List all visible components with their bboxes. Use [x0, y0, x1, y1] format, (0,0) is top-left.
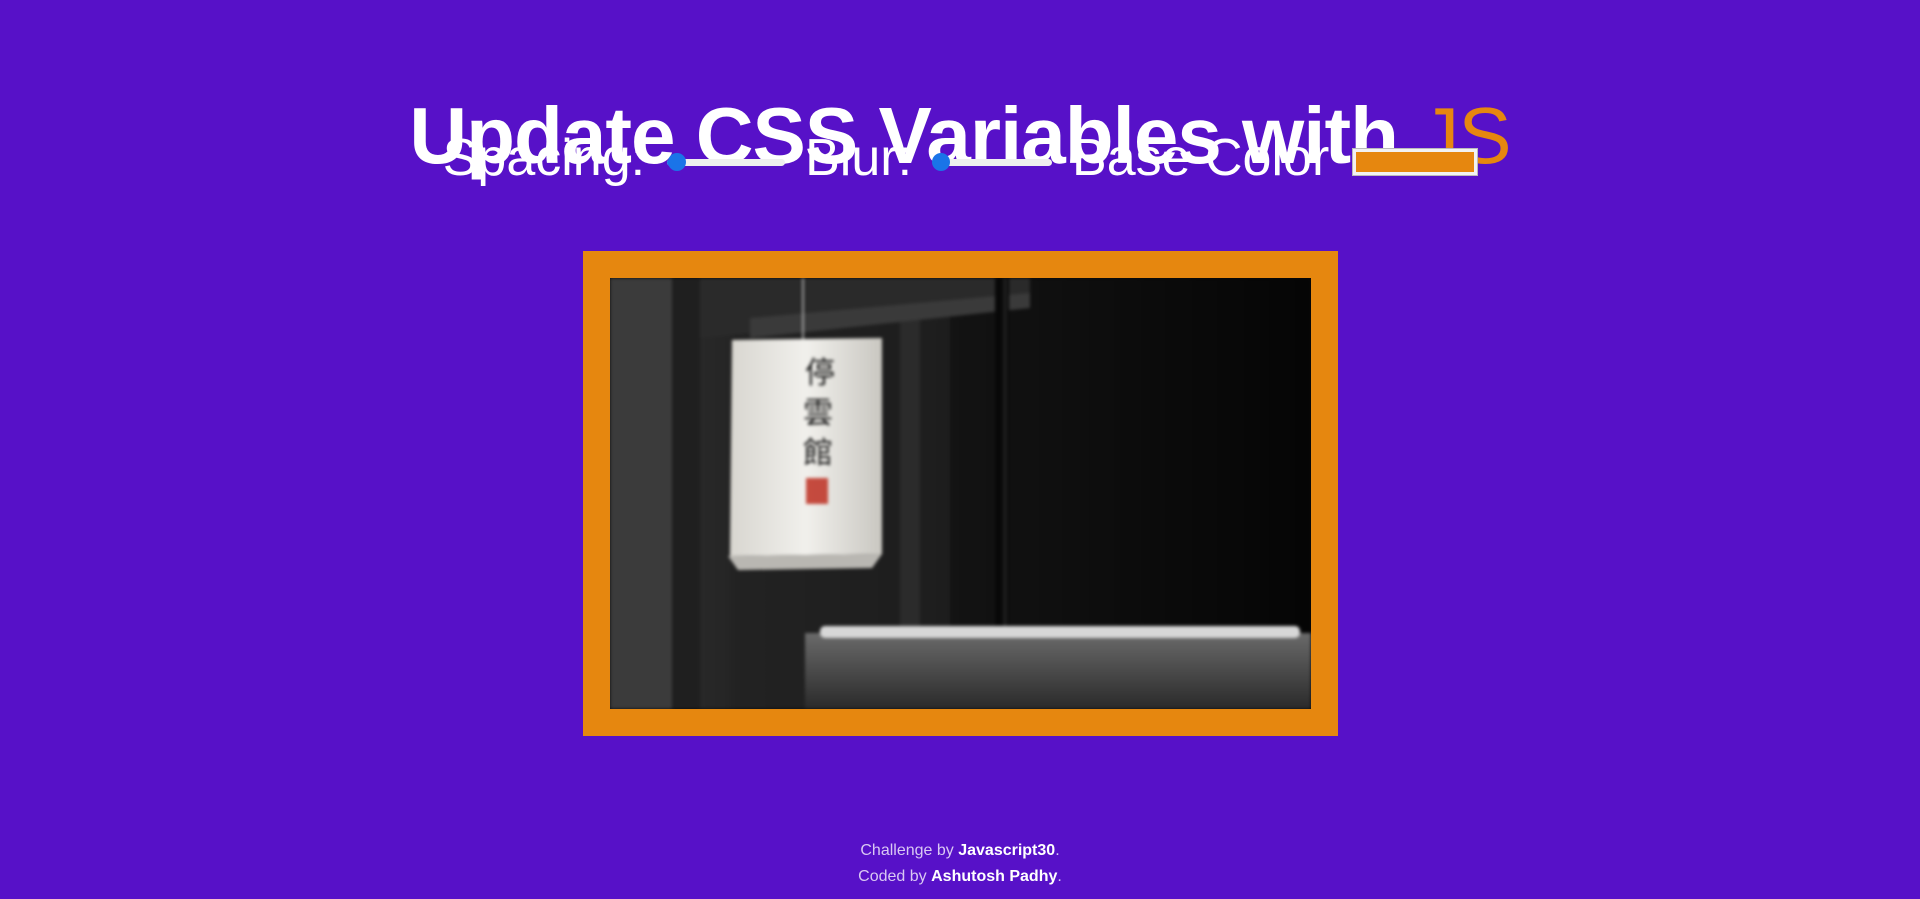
coded-link[interactable]: Ashutosh Padhy — [931, 868, 1057, 885]
blur-slider[interactable] — [932, 153, 1053, 171]
spacing-slider[interactable] — [667, 153, 786, 171]
footer-challenge-line: Challenge by Javascript30. — [0, 838, 1920, 864]
blur-slider-thumb[interactable] — [932, 153, 951, 171]
blur-slider-track — [934, 159, 1053, 166]
svg-text:雲: 雲 — [803, 396, 833, 431]
base-color-label: Base Color — [1072, 129, 1330, 187]
blur-label: Blur: — [805, 129, 913, 187]
controls-bar: Spacing: Blur: Base Color — [0, 128, 1920, 188]
page: Update CSS Variables with JS Spacing: Bl… — [0, 0, 1920, 899]
svg-text:館: 館 — [803, 436, 833, 471]
spacing-label: Spacing: — [442, 129, 646, 187]
challenge-suffix: . — [1055, 842, 1060, 859]
spacing-slider-thumb[interactable] — [667, 153, 686, 171]
footer-coded-line: Coded by Ashutosh Padhy. — [0, 864, 1920, 890]
coded-suffix: . — [1057, 868, 1062, 885]
base-color-picker[interactable] — [1352, 148, 1479, 176]
coded-prefix: Coded by — [858, 868, 927, 885]
svg-text:停: 停 — [805, 356, 835, 391]
lantern-photo: 停 雲 館 — [610, 278, 1311, 709]
lantern-calligraphy: 停 雲 館 — [803, 356, 835, 471]
footer: Challenge by Javascript30. Coded by Ashu… — [0, 838, 1920, 890]
challenge-prefix: Challenge by — [860, 842, 954, 859]
challenge-link[interactable]: Javascript30 — [958, 842, 1055, 859]
image-frame: 停 雲 館 — [583, 251, 1338, 736]
